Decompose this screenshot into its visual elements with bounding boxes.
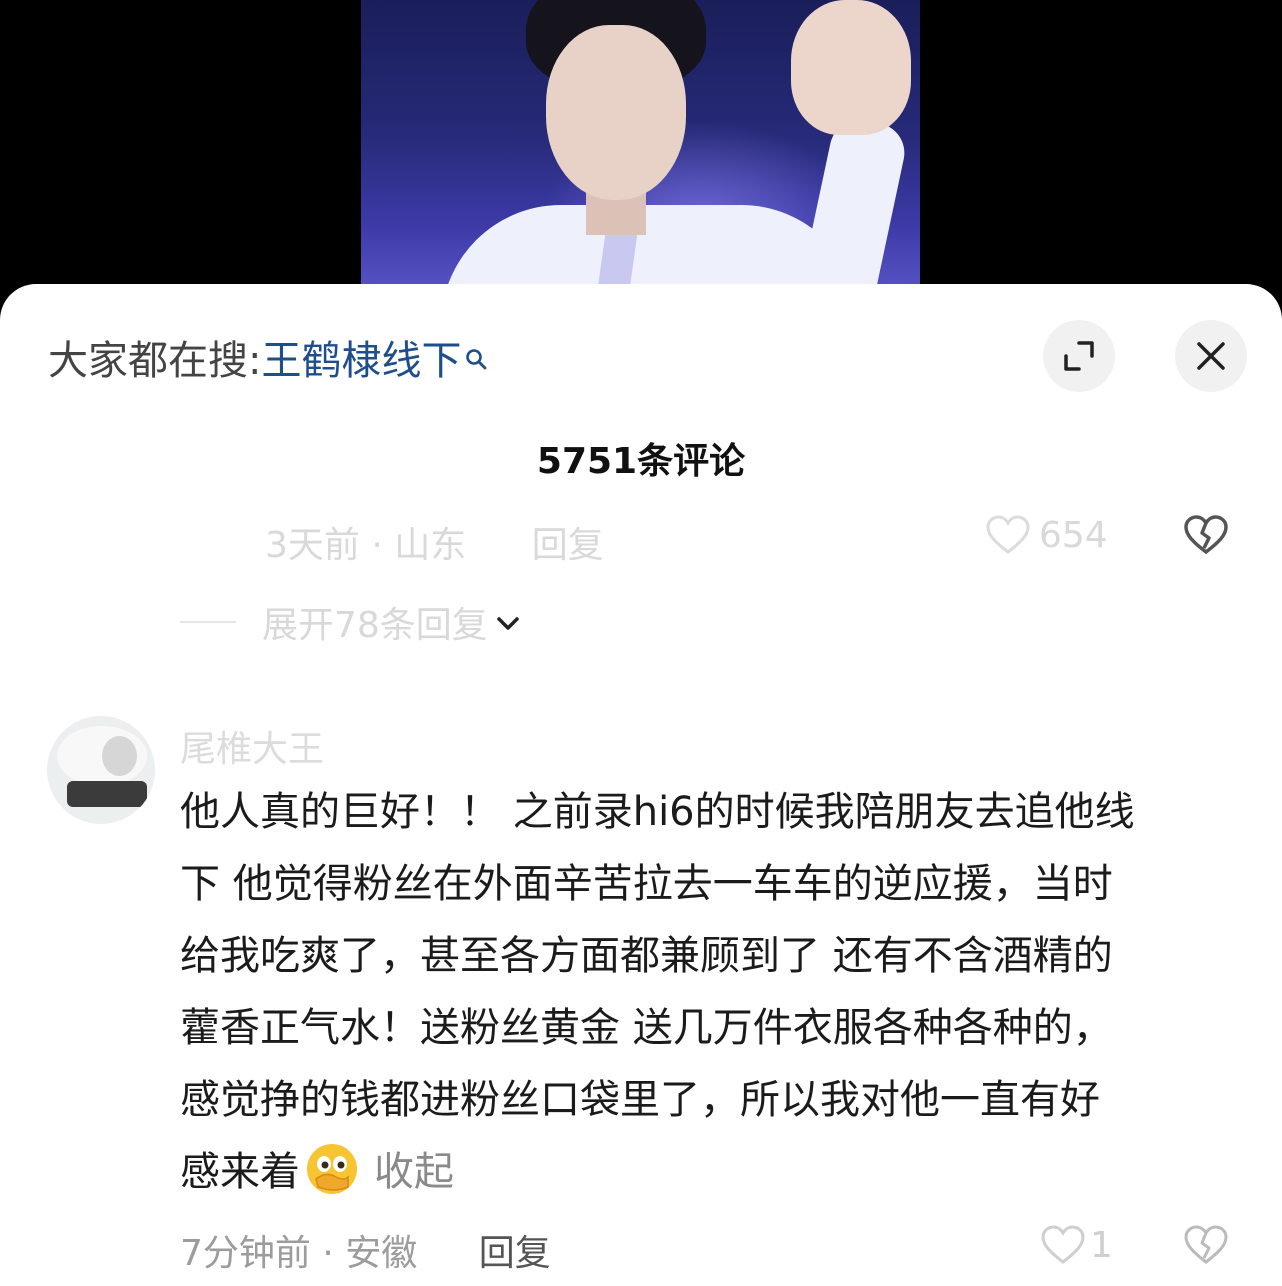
comment-dislike-button[interactable] <box>1183 1224 1229 1270</box>
expand-replies-button[interactable]: 展开78条回复 <box>180 596 520 648</box>
comment-line: 感觉挣的钱都进粉丝口袋里了，所以我对他一直有好 <box>180 1077 1100 1123</box>
comment-time-location: 7分钟前 · 安徽 <box>180 1233 418 1274</box>
previous-comment-dislike-button[interactable] <box>1183 514 1229 560</box>
search-term-label[interactable]: 王鹤棣线下 <box>261 328 461 386</box>
comment-text: 他人真的巨好！！ 之前录hi6的时候我陪朋友去追他线 下 他觉得粉丝在外面辛苦拉… <box>180 776 1220 1208</box>
expand-button[interactable] <box>1043 320 1115 392</box>
comment-line: 他人真的巨好！！ 之前录hi6的时候我陪朋友去追他线 <box>180 789 1135 835</box>
heart-icon <box>1041 1225 1085 1264</box>
comment-like-count: 1 <box>1090 1224 1113 1266</box>
comment-like-button[interactable]: 1 <box>1040 1224 1113 1266</box>
video-frame-image <box>361 0 920 300</box>
previous-comment-like-count: 654 <box>1039 514 1108 556</box>
broken-heart-icon <box>1184 1225 1228 1264</box>
chevron-down-icon <box>497 617 519 630</box>
avatar[interactable] <box>47 716 155 824</box>
broken-heart-icon <box>1184 515 1228 555</box>
previous-comment-time-location: 3天前 · 山东 <box>265 525 467 566</box>
expand-icon <box>1064 341 1094 371</box>
comment-line: 藿香正气水！送粉丝黄金 送几万件衣服各种各种的， <box>180 1005 1113 1051</box>
video-player[interactable] <box>0 0 1282 300</box>
divider-line <box>180 621 236 623</box>
collapse-button[interactable]: 收起 <box>374 1149 454 1195</box>
face-with-hand-over-mouth-emoji <box>307 1144 357 1194</box>
comment-line: 下 他觉得粉丝在外面辛苦拉去一车车的逆应援，当时 <box>180 861 1113 907</box>
previous-comment-meta: 3天前 · 山东 回复 <box>265 516 604 568</box>
search-icon <box>465 334 487 370</box>
screen: 大家都在搜: 王鹤棣线下 5751条评论 3天前 · 山东 回复 654 展开7… <box>0 0 1282 1286</box>
comment-last-line: 感来着 收起 <box>180 1136 1220 1208</box>
close-button[interactable] <box>1175 320 1247 392</box>
comment-sheet: 大家都在搜: 王鹤棣线下 5751条评论 3天前 · 山东 回复 654 展开7… <box>0 284 1282 1286</box>
close-icon <box>1197 342 1225 370</box>
comment-line: 感来着 <box>180 1149 300 1195</box>
comment-meta: 7分钟前 · 安徽 回复 <box>180 1224 551 1276</box>
comment-username[interactable]: 尾椎大王 <box>180 720 324 772</box>
comment-count-title: 5751条评论 <box>536 441 746 482</box>
heart-icon <box>986 515 1030 554</box>
previous-comment-reply-button[interactable]: 回复 <box>532 525 604 566</box>
previous-comment-like-button[interactable]: 654 <box>985 514 1108 556</box>
trending-search-link[interactable]: 大家都在搜: 王鹤棣线下 <box>48 332 487 384</box>
comment-line: 给我吃爽了，甚至各方面都兼顾到了 还有不含酒精的 <box>180 933 1113 979</box>
expand-replies-label: 展开78条回复 <box>262 605 488 646</box>
comment-reply-button[interactable]: 回复 <box>479 1233 551 1274</box>
search-prefix-label: 大家都在搜: <box>48 338 262 384</box>
